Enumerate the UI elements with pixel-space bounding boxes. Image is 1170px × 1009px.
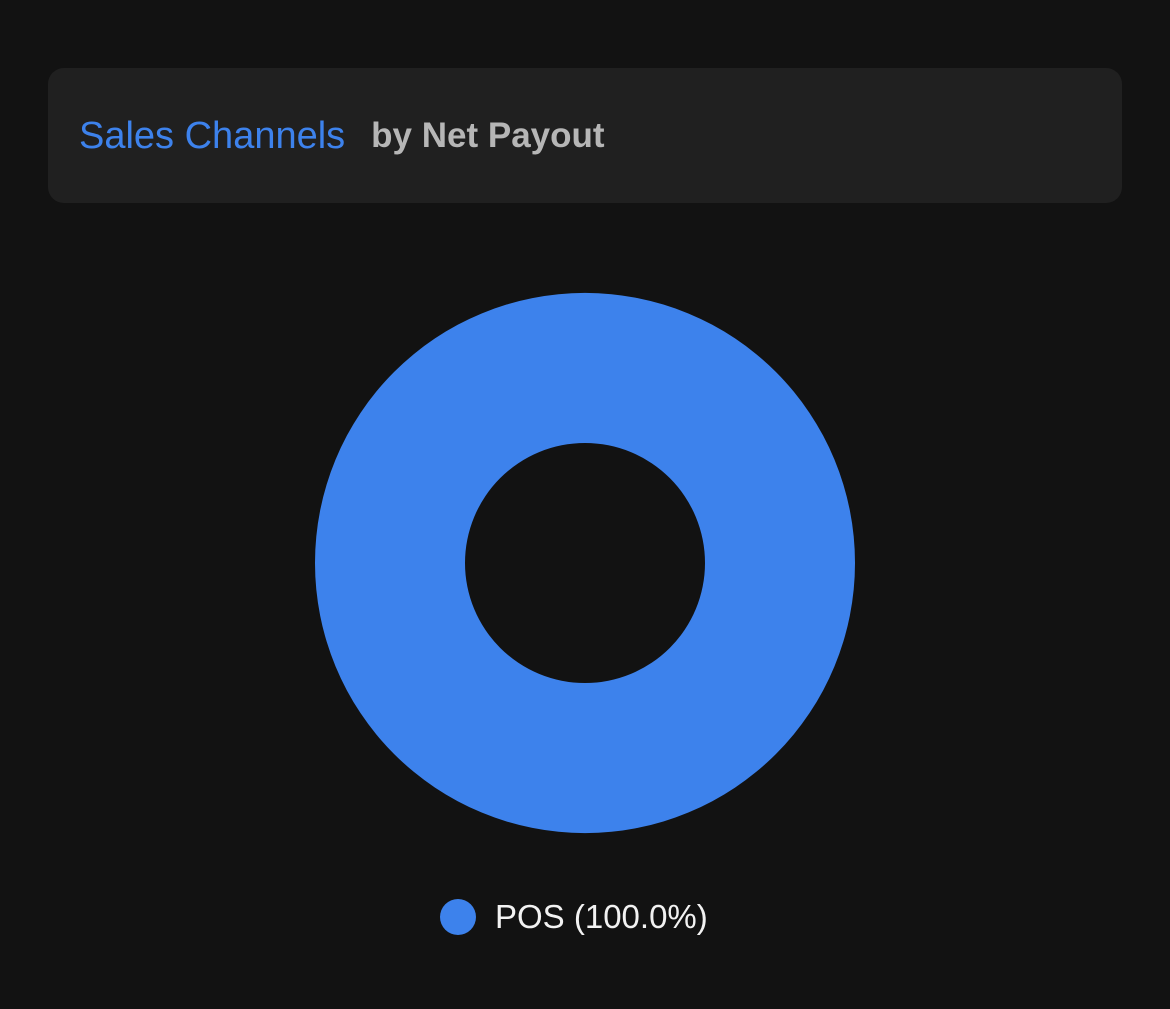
legend-item-pos[interactable]: POS (100.0%) [440, 898, 708, 936]
donut-slice-pos[interactable] [314, 292, 855, 834]
donut-chart [314, 292, 855, 834]
chart-legend: POS (100.0%) [440, 895, 708, 939]
legend-swatch [440, 899, 476, 935]
legend-label: POS (100.0%) [495, 898, 708, 935]
